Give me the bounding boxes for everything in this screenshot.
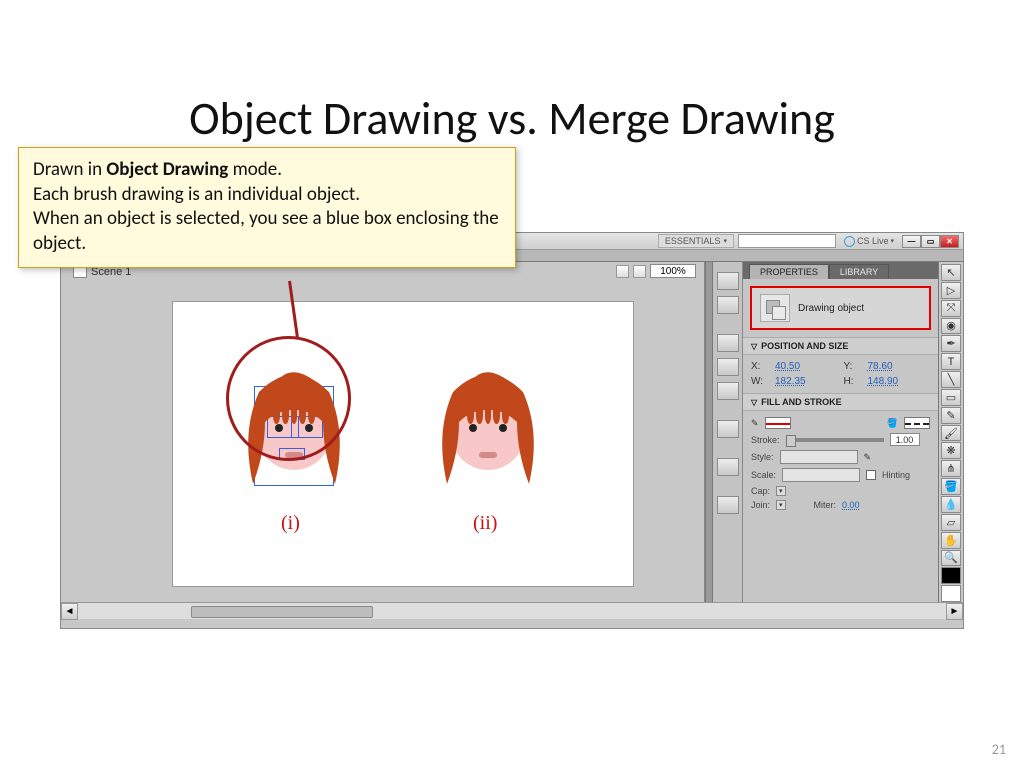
label-ii: (ii) [473, 512, 497, 535]
dock-btn-5[interactable] [717, 382, 739, 400]
x-value[interactable]: 40.50 [775, 361, 838, 372]
cs-live-button[interactable]: CS Live [840, 236, 898, 247]
deco-tool-icon[interactable]: ❋ [941, 442, 961, 459]
fill-color-swatch[interactable] [904, 417, 930, 429]
toolbar: ↖ ▷ ⤧ ◉ ✒ T ╲ ▭ ✎ 🖌 ❋ ⋔ 🪣 💧 ▱ ✋ 🔍 [939, 262, 963, 602]
hinting-label: Hinting [882, 470, 910, 480]
search-input[interactable] [738, 234, 836, 248]
drawing-object-label: Drawing object [798, 303, 864, 314]
eyedropper-tool-icon[interactable]: 💧 [941, 496, 961, 513]
label-i: (i) [281, 512, 300, 535]
h-value[interactable]: 148.90 [868, 376, 931, 387]
w-label: W: [751, 376, 769, 387]
rect-tool-icon[interactable]: ▭ [941, 389, 961, 406]
maximize-button[interactable]: ▭ [921, 235, 940, 248]
cap-label: Cap: [751, 486, 770, 496]
callout-box: Drawn in Object Drawing mode. Each brush… [18, 147, 516, 268]
edit-style-icon[interactable]: ✎ [864, 452, 872, 463]
scale-label: Scale: [751, 470, 776, 480]
free-transform-tool-icon[interactable]: ⤧ [941, 300, 961, 317]
miter-label: Miter: [814, 500, 837, 510]
page-number: 21 [992, 741, 1006, 758]
section-fillstroke[interactable]: FILL AND STROKE [743, 393, 938, 411]
style-label: Style: [751, 452, 774, 462]
stroke-value[interactable]: 1.00 [890, 433, 920, 446]
stroke-color-swatch[interactable] [765, 417, 791, 429]
scroll-left-icon[interactable]: ◄ [61, 603, 78, 620]
zoom-tool-icon[interactable]: 🔍 [941, 550, 961, 567]
dock-btn-8[interactable] [717, 496, 739, 514]
flash-app-screenshot: ESSENTIALS CS Live — ▭ ✕ Scene 1 [60, 232, 964, 629]
dock-btn-1[interactable] [717, 272, 739, 290]
zoom-input[interactable] [650, 264, 696, 278]
edit-scene-icon[interactable] [616, 265, 629, 278]
hair-outline [433, 362, 543, 492]
line-tool-icon[interactable]: ╲ [941, 371, 961, 388]
scale-combo[interactable] [782, 468, 860, 482]
callout-l2: Each brush drawing is an individual obje… [33, 183, 501, 208]
callout-l1b: Object Drawing [106, 158, 228, 181]
dock-btn-6[interactable] [717, 420, 739, 438]
join-drop[interactable]: ▾ [776, 500, 786, 510]
properties-panel: PROPERTIES LIBRARY Drawing object POSITI… [743, 262, 939, 602]
brush-tool-icon[interactable]: 🖌 [941, 425, 961, 442]
drawing-object-row: Drawing object [750, 286, 931, 330]
lasso-tool-icon[interactable]: ◉ [941, 318, 961, 335]
w-value[interactable]: 182.35 [775, 376, 838, 387]
selection-tool-icon[interactable]: ↖ [941, 264, 961, 281]
hand-tool-icon[interactable]: ✋ [941, 532, 961, 549]
section-position[interactable]: POSITION AND SIZE [743, 337, 938, 355]
workspace-dropdown[interactable]: ESSENTIALS [658, 234, 734, 248]
bucket-icon: 🪣 [887, 418, 898, 429]
join-label: Join: [751, 500, 770, 510]
scene-tab[interactable]: Scene 1 [73, 266, 131, 278]
tab-library[interactable]: LIBRARY [829, 264, 889, 279]
x-label: X: [751, 361, 769, 372]
h-label: H: [844, 376, 862, 387]
subselect-tool-icon[interactable]: ▷ [941, 282, 961, 299]
callout-l1a: Drawn in [33, 158, 106, 181]
scroll-right-icon[interactable]: ► [946, 603, 963, 620]
y-value[interactable]: 78.60 [868, 361, 931, 372]
dock-btn-4[interactable] [717, 358, 739, 376]
drawing-object-icon [760, 294, 790, 322]
tab-properties[interactable]: PROPERTIES [749, 264, 829, 279]
bone-tool-icon[interactable]: ⋔ [941, 460, 961, 477]
stage-column: Scene 1 [61, 262, 705, 602]
edit-symbols-icon[interactable] [633, 265, 646, 278]
drawing-ii[interactable] [433, 362, 543, 502]
y-label: Y: [844, 361, 862, 372]
miter-value[interactable]: 0.00 [842, 500, 860, 510]
style-combo[interactable] [780, 450, 858, 464]
pen-tool-icon[interactable]: ✒ [941, 335, 961, 352]
pencil-tool-icon[interactable]: ✎ [941, 407, 961, 424]
close-button[interactable]: ✕ [940, 235, 959, 248]
cap-drop[interactable]: ▾ [776, 486, 786, 496]
fill-swatch[interactable] [941, 585, 961, 602]
callout-l1c: mode. [228, 158, 282, 181]
bucket-tool-icon[interactable]: 🪣 [941, 478, 961, 495]
panel-dock [713, 262, 743, 602]
h-scrollbar[interactable]: ◄ ► [61, 602, 963, 619]
collapse-handle[interactable] [705, 262, 713, 602]
minimize-button[interactable]: — [902, 235, 921, 248]
dock-btn-7[interactable] [717, 458, 739, 476]
pencil-icon: ✎ [751, 418, 759, 429]
text-tool-icon[interactable]: T [941, 353, 961, 370]
callout-lens [226, 336, 351, 461]
dock-btn-3[interactable] [717, 334, 739, 352]
slide-title: Object Drawing vs. Merge Drawing [0, 91, 1024, 147]
callout-l3: When an object is selected, you see a bl… [33, 207, 501, 256]
stroke-swatch[interactable] [941, 567, 961, 584]
stroke-label: Stroke: [751, 435, 780, 445]
eraser-tool-icon[interactable]: ▱ [941, 514, 961, 531]
stage-canvas[interactable]: (i) (ii) [173, 302, 633, 586]
stroke-slider[interactable] [786, 438, 884, 442]
hinting-checkbox[interactable] [866, 470, 876, 480]
dock-btn-2[interactable] [717, 296, 739, 314]
